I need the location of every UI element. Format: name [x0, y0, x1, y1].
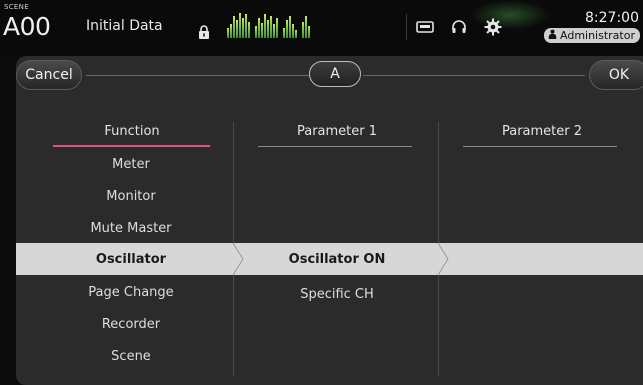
meter-bar [248, 22, 250, 38]
meter-group [283, 16, 297, 38]
meter-bar [227, 28, 229, 38]
meter-bar [276, 18, 278, 38]
meter-group [302, 16, 310, 38]
meter-bar [267, 20, 269, 38]
user-badge[interactable]: Administrator [544, 28, 640, 43]
header-line-left [86, 75, 309, 76]
scene-number[interactable]: A00 [3, 12, 51, 41]
meter-group [227, 13, 250, 38]
user-icon [548, 29, 557, 42]
headphones-icon[interactable] [448, 17, 470, 37]
meter-bar [302, 22, 304, 38]
list-item-selected[interactable]: Oscillator [38, 243, 224, 275]
meter-bar [308, 26, 310, 38]
list-item-selected[interactable]: Oscillator ON [244, 243, 430, 275]
meter-bar [258, 18, 260, 38]
meter-bar [286, 20, 288, 38]
meter-bar [270, 16, 272, 38]
parameter1-header-underline [258, 146, 412, 147]
lock-icon[interactable] [198, 24, 210, 39]
function-header-underline [53, 145, 210, 147]
list-item[interactable]: Mute Master [38, 212, 224, 244]
list-item[interactable]: Meter [38, 148, 224, 180]
meter-bar [245, 14, 247, 38]
ok-button[interactable]: OK [589, 60, 643, 90]
recorder-icon[interactable] [414, 17, 436, 37]
header-line-right [363, 75, 585, 76]
list-item[interactable]: Page Change [38, 276, 224, 308]
user-name: Administrator [560, 29, 635, 42]
parameter2-column-header: Parameter 2 [501, 124, 583, 139]
meter-bar [236, 20, 238, 38]
meter-bar [273, 24, 275, 38]
top-status-bar: SCENE A00 Initial Data 8:27:00 Administr… [0, 0, 643, 52]
list-item[interactable]: Monitor [38, 180, 224, 212]
key-badge: A [309, 61, 361, 87]
clock: 8:27:00 [585, 10, 639, 26]
meter-bar [239, 13, 241, 38]
meter-bar [289, 16, 291, 38]
cancel-button[interactable]: Cancel [16, 60, 82, 90]
dialog-header: Cancel A OK [16, 56, 643, 98]
function-column-header: Function [104, 124, 160, 139]
scene-tag: SCENE [4, 3, 29, 11]
parameter1-column-header: Parameter 1 [296, 124, 378, 139]
divider [406, 14, 407, 40]
meter-bar [261, 23, 263, 38]
scene-title[interactable]: Initial Data [86, 18, 163, 34]
gear-icon[interactable] [482, 17, 504, 37]
list-item[interactable]: Specific CH [244, 278, 430, 310]
list-item[interactable]: Recorder [38, 308, 224, 340]
meter-bar [283, 28, 285, 38]
meter-bar [295, 30, 297, 38]
meter-bar [264, 14, 266, 38]
meter-bar [305, 16, 307, 38]
meter-bar [255, 26, 257, 38]
meter-bar [233, 16, 235, 38]
meter-bar [230, 24, 232, 38]
level-meters[interactable] [227, 10, 403, 38]
meter-group [255, 14, 278, 38]
parameter2-header-underline [463, 146, 617, 147]
meter-bar [242, 18, 244, 38]
meter-bar [292, 24, 294, 38]
list-item[interactable]: Scene [38, 340, 224, 372]
